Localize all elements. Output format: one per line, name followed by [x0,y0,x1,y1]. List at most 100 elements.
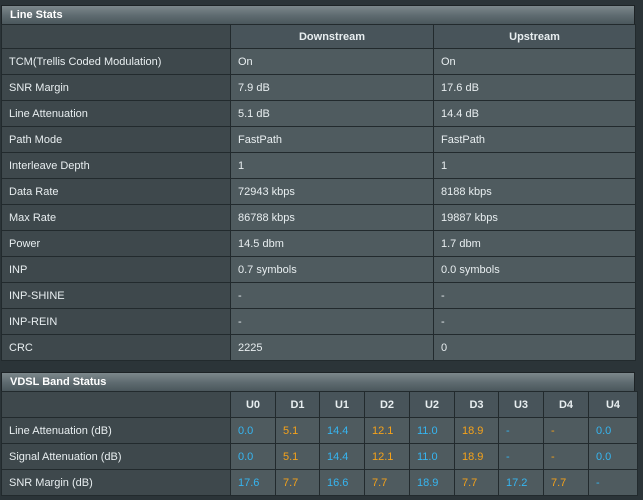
row-label: Interleave Depth [1,152,231,179]
upstream-value: - [433,308,636,335]
downstream-value: 0.7 symbols [230,256,434,283]
band-value-d4: - [543,443,589,470]
band-value-u1: 14.4 [319,443,365,470]
band-value-u3: - [498,417,544,444]
upstream-value: 19887 kbps [433,204,636,231]
band-value-d3: 7.7 [454,469,499,496]
downstream-column-header: Downstream [230,24,434,49]
downstream-value: 2225 [230,334,434,361]
header-blank-cell [1,391,231,418]
upstream-value: On [433,48,636,75]
row-label: Power [1,230,231,257]
band-header-u2: U2 [409,391,455,418]
row-label: Signal Attenuation (dB) [1,443,231,470]
row-label: INP-SHINE [1,282,231,309]
row-label: Line Attenuation [1,100,231,127]
band-value-u4: 0.0 [588,443,638,470]
table-row: Interleave Depth 1 1 [1,152,636,179]
band-value-u4: - [588,469,638,496]
downstream-value: 14.5 dbm [230,230,434,257]
band-value-u0: 17.6 [230,469,276,496]
upstream-column-header: Upstream [433,24,636,49]
upstream-value: 0 [433,334,636,361]
table-row: SNR Margin 7.9 dB 17.6 dB [1,74,636,101]
band-value-u1: 16.6 [319,469,365,496]
row-label: Data Rate [1,178,231,205]
header-blank-cell [1,24,231,49]
band-value-d1: 7.7 [275,469,320,496]
downstream-value: 7.9 dB [230,74,434,101]
row-label: Line Attenuation (dB) [1,417,231,444]
band-value-d1: 5.1 [275,443,320,470]
band-value-u1: 14.4 [319,417,365,444]
downstream-value: - [230,282,434,309]
row-label: Path Mode [1,126,231,153]
upstream-value: 17.6 dB [433,74,636,101]
table-row: TCM(Trellis Coded Modulation) On On [1,48,636,75]
band-value-d4: - [543,417,589,444]
band-header-d3: D3 [454,391,499,418]
downstream-value: On [230,48,434,75]
table-row: INP 0.7 symbols 0.0 symbols [1,256,636,283]
band-value-u3: - [498,443,544,470]
upstream-value: 14.4 dB [433,100,636,127]
line-stats-header: Line Stats [1,5,635,25]
band-header-d1: D1 [275,391,320,418]
upstream-value: FastPath [433,126,636,153]
table-row: SNR Margin (dB) 17.6 7.7 16.6 7.7 18.9 7.7 17.2… [1,469,638,496]
band-header-d2: D2 [364,391,410,418]
band-value-u2: 18.9 [409,469,455,496]
band-value-d3: 18.9 [454,443,499,470]
table-row: Line Attenuation (dB) 0.0 5.1 14.4 12.1 11.0 1… [1,417,638,444]
band-value-d3: 18.9 [454,417,499,444]
band-header-u4: U4 [588,391,638,418]
row-label: SNR Margin [1,74,231,101]
upstream-value: 1.7 dbm [433,230,636,257]
band-value-u0: 0.0 [230,417,276,444]
line-stats-table: Downstream Upstream TCM(Trellis Coded Mo… [1,24,636,361]
band-value-d2: 12.1 [364,443,410,470]
band-value-d4: 7.7 [543,469,589,496]
band-value-d2: 7.7 [364,469,410,496]
band-value-d1: 5.1 [275,417,320,444]
downstream-value: 72943 kbps [230,178,434,205]
table-row: Path Mode FastPath FastPath [1,126,636,153]
band-header-u0: U0 [230,391,276,418]
vdsl-band-status-header: VDSL Band Status [1,372,635,392]
band-value-u2: 11.0 [409,417,455,444]
band-value-u3: 17.2 [498,469,544,496]
row-label: INP [1,256,231,283]
row-label: SNR Margin (dB) [1,469,231,496]
row-label: TCM(Trellis Coded Modulation) [1,48,231,75]
band-value-u0: 0.0 [230,443,276,470]
table-row: Power 14.5 dbm 1.7 dbm [1,230,636,257]
table-row: INP-REIN - - [1,308,636,335]
downstream-value: FastPath [230,126,434,153]
upstream-value: - [433,282,636,309]
downstream-value: 1 [230,152,434,179]
table-row: Max Rate 86788 kbps 19887 kbps [1,204,636,231]
band-value-u2: 11.0 [409,443,455,470]
band-header-d4: D4 [543,391,589,418]
table-row: Line Attenuation 5.1 dB 14.4 dB [1,100,636,127]
row-label: Max Rate [1,204,231,231]
downstream-value: - [230,308,434,335]
band-header-u3: U3 [498,391,544,418]
band-value-u4: 0.0 [588,417,638,444]
band-value-d2: 12.1 [364,417,410,444]
row-label: INP-REIN [1,308,231,335]
band-header-u1: U1 [319,391,365,418]
downstream-value: 5.1 dB [230,100,434,127]
row-label: CRC [1,334,231,361]
downstream-value: 86788 kbps [230,204,434,231]
vdsl-band-header-row: U0 D1 U1 D2 U2 D3 U3 D4 U4 [1,391,638,418]
upstream-value: 1 [433,152,636,179]
table-row: INP-SHINE - - [1,282,636,309]
table-row: Data Rate 72943 kbps 8188 kbps [1,178,636,205]
upstream-value: 8188 kbps [433,178,636,205]
table-row: Signal Attenuation (dB) 0.0 5.1 14.4 12.1 11.… [1,443,638,470]
vdsl-band-status-table: U0 D1 U1 D2 U2 D3 U3 D4 U4 Line Attenuation (dB)… [1,391,638,496]
line-stats-header-row: Downstream Upstream [1,24,636,49]
upstream-value: 0.0 symbols [433,256,636,283]
table-row: CRC 2225 0 [1,334,636,361]
